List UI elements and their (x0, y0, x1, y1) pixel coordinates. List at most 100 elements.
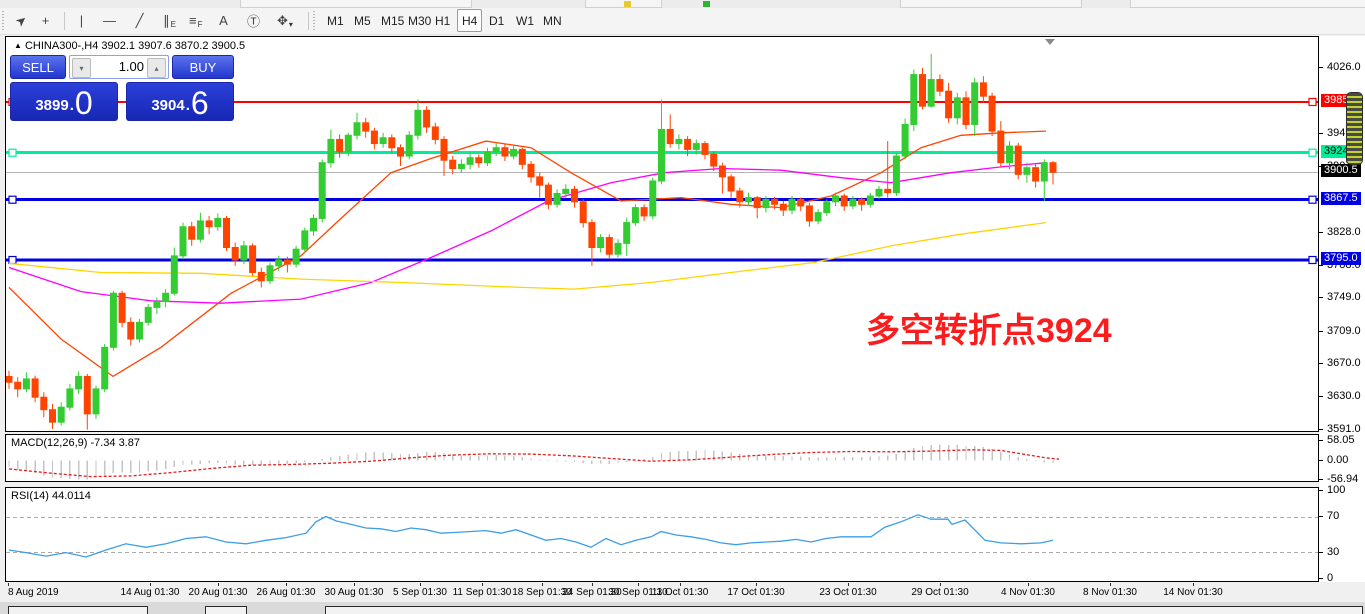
axis-tick-mark (1319, 133, 1323, 134)
timeframe-d1-button[interactable]: D1 (484, 9, 509, 32)
price-scale-scrollbar[interactable] (1346, 92, 1363, 165)
rsi-chart (6, 488, 1318, 581)
toolbar-grip[interactable] (313, 11, 317, 31)
main-chart-panel[interactable]: ▲ CHINA300-,H4 3902.1 3907.6 3870.2 3900… (5, 36, 1319, 432)
time-tick-label: 20 Aug 01:30 (189, 587, 248, 598)
time-tick-label: 30 Aug 01:30 (325, 587, 384, 598)
buy-button[interactable]: BUY (172, 55, 234, 79)
chart-shift-marker-icon[interactable] (1045, 39, 1055, 45)
text-tool-button[interactable]: A (212, 9, 235, 32)
candle-body (615, 243, 621, 254)
candle-body (1033, 168, 1039, 181)
macd-signal-line (9, 450, 1059, 477)
cursor-tool-button[interactable]: ➤ (10, 9, 33, 32)
candle-body (937, 80, 943, 92)
buy-price-big-digit: 6 (191, 89, 209, 117)
price-tick-label: 3630.0 (1327, 390, 1361, 402)
volume-field[interactable]: ▾ 1.00 ▴ (69, 55, 169, 79)
toolbar-grip[interactable] (2, 11, 6, 31)
candle-body (693, 144, 699, 150)
timeframe-h1-button[interactable]: H1 (430, 9, 455, 32)
crosshair-tool-button[interactable]: + (34, 9, 57, 32)
time-tick-mark (8, 583, 9, 586)
cutoff-yellow-icon (624, 1, 631, 7)
candle-body (572, 189, 578, 201)
buy-price-dot: . (186, 97, 190, 114)
volume-increase-button[interactable]: ▴ (147, 58, 166, 78)
sell-price-big-digit: 0 (75, 89, 93, 117)
axis-tick-mark (1319, 67, 1323, 68)
sell-button[interactable]: SELL (10, 55, 66, 79)
candle-body (284, 260, 290, 264)
crosshair-tool-icon: + (42, 13, 50, 28)
candle-body (476, 158, 482, 163)
cutoff-green-icon (703, 1, 710, 7)
candle-body (1015, 146, 1021, 174)
equidistant-channel-tool-modifier: E (171, 20, 176, 29)
ma-slow-yellow-line (9, 223, 1046, 290)
fibonacci-tool-button[interactable]: ≡F (184, 9, 207, 32)
rsi-tick-label: 30 (1327, 546, 1339, 558)
candle-body (667, 129, 673, 143)
axis-tick-mark (1319, 363, 1323, 364)
candle-body (928, 80, 934, 107)
rsi-label: RSI(14) 44.0114 (11, 490, 91, 502)
sell-price-dot: . (70, 97, 74, 114)
timeframe-m5-button[interactable]: M5 (349, 9, 376, 32)
rsi-panel[interactable]: RSI(14) 44.0114 (5, 487, 1319, 582)
time-tick-mark (592, 583, 593, 586)
candle-body (432, 127, 438, 139)
text-label-tool-button[interactable]: Ⓣ (242, 9, 265, 32)
candle-body (189, 227, 195, 239)
volume-value[interactable]: 1.00 (119, 59, 144, 74)
macd-histogram-layer (9, 444, 1053, 479)
equidistant-channel-tool-button[interactable]: ∥E (158, 9, 181, 32)
candle-body (676, 139, 682, 143)
candle-body (598, 238, 604, 248)
time-axis[interactable]: 8 Aug 201914 Aug 01:3020 Aug 01:3026 Aug… (5, 583, 1365, 601)
timeframe-mn-button[interactable]: MN (538, 9, 567, 32)
sell-price-box[interactable]: 3899 . 0 (10, 82, 118, 121)
candle-body (659, 129, 665, 181)
candle-body (789, 199, 795, 210)
macd-panel[interactable]: MACD(12,26,9) -7.34 3.87 (5, 434, 1319, 482)
candle-body (110, 293, 116, 347)
line-anchor-handle (1309, 99, 1316, 106)
candle-body (276, 260, 282, 266)
candle-body (980, 83, 986, 96)
candle-body (998, 131, 1004, 163)
buy-price-box[interactable]: 3904 . 6 (126, 82, 234, 121)
line-anchor-handle (9, 257, 16, 264)
candle-body (441, 139, 447, 160)
macd-tick-label: 58.05 (1327, 434, 1355, 446)
arrows-tool-button[interactable]: ✥▾ (272, 9, 298, 32)
candle-body (1024, 168, 1030, 175)
time-tick-mark (354, 583, 355, 586)
horizontal-line-tool-icon: — (103, 13, 116, 28)
time-tick-label: 14 Aug 01:30 (121, 587, 180, 598)
time-tick-label: 8 Aug 2019 (8, 587, 59, 598)
vertical-line-tool-button[interactable]: | (70, 9, 93, 32)
candle-body (545, 185, 551, 204)
price-tick-label: 3591.0 (1327, 423, 1361, 435)
timeframe-h4-button[interactable]: H4 (457, 9, 482, 32)
candle-body (911, 75, 917, 125)
chart-annotation-text[interactable]: 多空转折点3924 (866, 303, 1112, 352)
text-tool-icon: A (219, 13, 228, 28)
price-tick-label: 3749.0 (1327, 291, 1361, 303)
candle-body (206, 221, 212, 227)
timeframe-m1-button[interactable]: M1 (322, 9, 349, 32)
trendline-tool-button[interactable]: ╱ (128, 9, 151, 32)
candle-body (215, 218, 221, 226)
trendline-tool-icon: ╱ (136, 13, 144, 29)
candle-body (502, 148, 508, 156)
volume-decrease-button[interactable]: ▾ (72, 58, 91, 78)
text-label-tool-icon: Ⓣ (247, 11, 260, 30)
candle-body (467, 158, 473, 165)
horizontal-line-tool-button[interactable]: — (98, 9, 121, 32)
time-tick-mark (680, 583, 681, 586)
axis-tick-mark (1319, 516, 1323, 517)
timeframe-w1-button[interactable]: W1 (511, 9, 539, 32)
time-tick-label: 4 Nov 01:30 (1001, 587, 1055, 598)
axis-tick-mark (1319, 429, 1323, 430)
